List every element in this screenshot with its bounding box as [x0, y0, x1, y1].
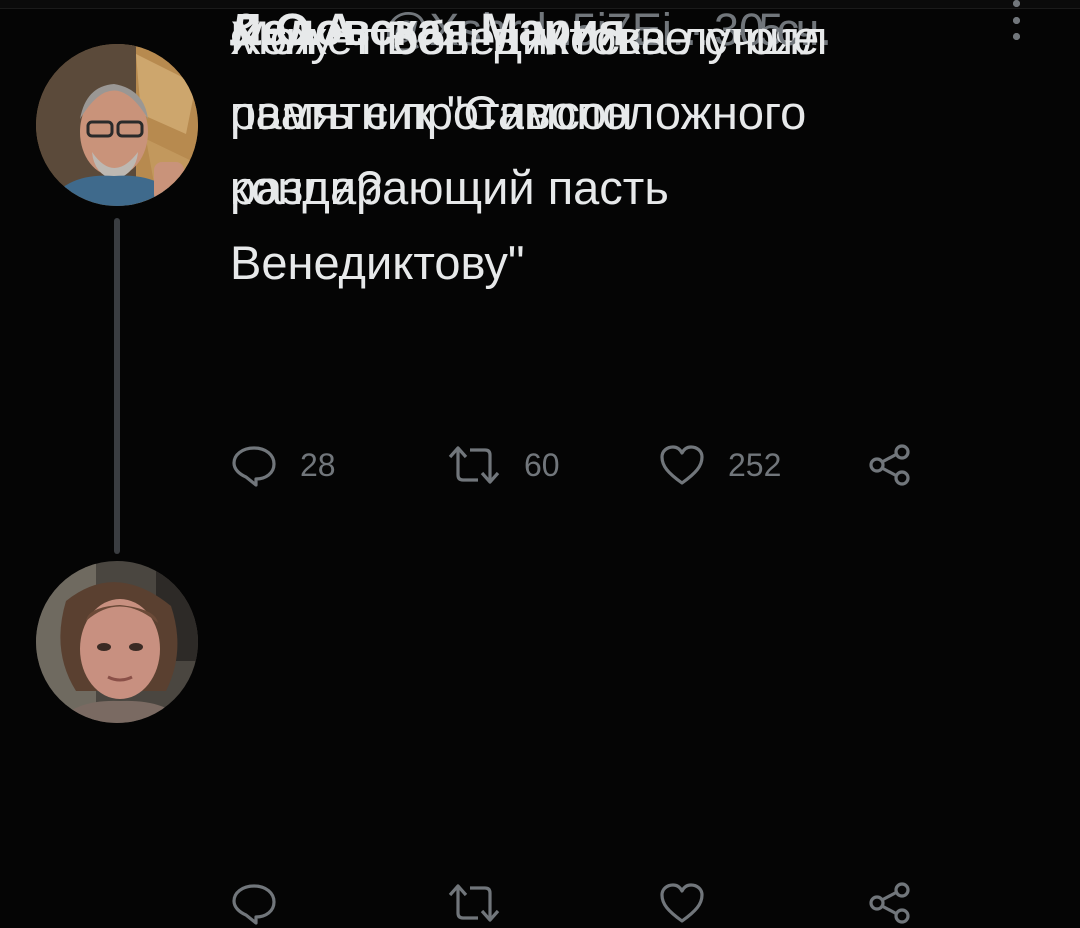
avatar[interactable]	[36, 561, 198, 723]
reply-icon	[232, 884, 276, 925]
tweet-text-line: Может Венедиктова лучше	[230, 11, 820, 64]
reply-icon	[232, 446, 276, 487]
share-icon	[869, 444, 910, 486]
share-button[interactable]	[866, 878, 914, 928]
retweet-count: 60	[524, 446, 560, 483]
retweet-button[interactable]: 60	[446, 440, 560, 490]
thread-connector-line	[114, 218, 120, 554]
retweet-icon	[448, 446, 500, 484]
tweet-actions	[230, 878, 930, 928]
heart-icon	[660, 883, 704, 923]
tweet-text-line: Венедиктову"	[230, 236, 525, 289]
like-button[interactable]	[658, 878, 706, 928]
like-count: 252	[728, 446, 782, 483]
tweet-text-line: рвать с противоположного	[230, 86, 807, 139]
retweet-icon	[448, 884, 500, 922]
tweet-text-line: конца?	[230, 161, 383, 214]
share-button[interactable]	[866, 440, 914, 490]
reply-button[interactable]: 28	[230, 440, 336, 490]
reply-count: 28	[300, 446, 336, 483]
reply-button[interactable]	[230, 878, 278, 928]
like-button[interactable]: 252	[658, 440, 781, 490]
avatar[interactable]	[36, 44, 198, 206]
retweet-button[interactable]	[446, 878, 502, 928]
tweet-text: Может Венедиктова лучше рвать с противоп…	[230, 0, 1030, 225]
share-icon	[869, 882, 910, 924]
heart-icon	[660, 445, 704, 485]
tweet-actions: 28 60 252	[230, 440, 930, 490]
